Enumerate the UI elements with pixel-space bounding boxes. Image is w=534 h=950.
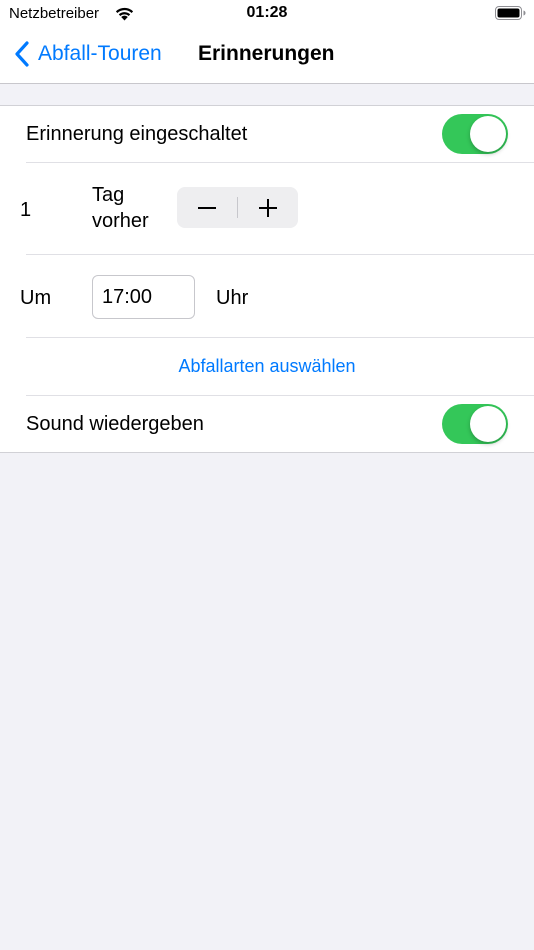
sound-row: Sound wiedergeben [0,396,534,452]
reminder-toggle[interactable] [442,114,508,154]
settings-card: Erinnerung eingeschaltet 1 Tag vorher Um… [0,105,534,453]
time-suffix-label: Uhr [216,287,249,309]
back-button[interactable]: Abfall-Touren [14,39,162,69]
days-label-line1: Tag [92,184,125,206]
decrement-button[interactable] [177,187,237,228]
toggle-knob [470,406,506,442]
days-count: 1 [20,199,32,221]
reminder-label: Erinnerung eingeschaltet [26,123,248,145]
days-stepper [177,187,298,228]
navigation-bar: Abfall-Touren Erinnerungen [0,28,534,82]
time-prefix-label: Um [20,287,52,309]
time-row: Um Uhr [0,255,534,338]
minus-icon [198,206,216,209]
battery-icon [495,6,526,20]
back-button-label: Abfall-Touren [38,42,162,65]
sound-label: Sound wiedergeben [26,413,204,435]
top-area: Netzbetreiber 01:28 Abfall-Touren Erinne… [0,0,534,84]
toggle-knob [470,116,506,152]
select-waste-types-button[interactable]: Abfallarten auswählen [0,356,534,377]
status-bar: Netzbetreiber 01:28 [0,0,534,28]
increment-button[interactable] [238,187,298,228]
status-time: 01:28 [246,4,288,21]
reminder-row: Erinnerung eingeschaltet [0,106,534,163]
sound-toggle[interactable] [442,404,508,444]
chevron-left-icon [15,41,29,67]
plus-icon [259,198,277,217]
days-label-line2: vorher [92,210,149,232]
page-title: Erinnerungen [198,42,335,65]
time-input[interactable] [92,275,195,319]
